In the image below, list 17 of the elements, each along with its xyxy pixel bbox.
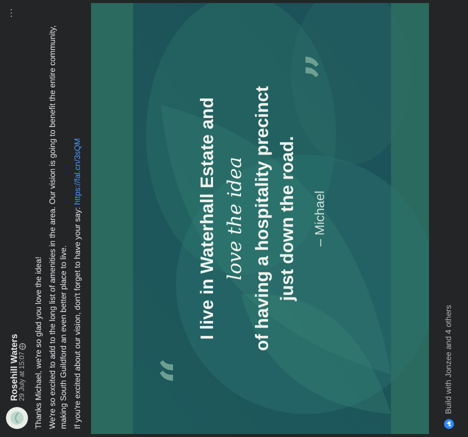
quote-line: of having a hospitality precinct xyxy=(251,86,273,352)
avatar-icon[interactable] xyxy=(6,407,28,429)
quote-attribution: – Michael xyxy=(312,190,327,246)
reactions-summary[interactable]: Build with Jonzee and 4 others xyxy=(444,305,453,414)
quote-line: just down the road. xyxy=(276,136,298,301)
author-name[interactable]: Rosehill Waters xyxy=(8,24,18,401)
quote-line: I live in Waterhall Estate and xyxy=(196,97,218,340)
more-menu[interactable]: ··· xyxy=(6,8,17,18)
post-text: We're so excited to add to the long list of amenities in the area. Our vision is going to benefit the entire community, making South Guildford an even better place to live. xyxy=(47,24,69,429)
quote-mark: “ xyxy=(151,358,205,384)
post-text: If you're excited about our vision, don't forget to have your say: xyxy=(73,207,82,429)
quote-line: love the idea xyxy=(223,156,247,280)
globe-icon xyxy=(18,342,26,350)
link[interactable]: https://fal.cn/3sQM xyxy=(73,138,82,205)
like-icon[interactable] xyxy=(444,419,454,429)
post-text: Thanks Michael, we're so glad you love the idea! xyxy=(33,256,44,429)
quote-mark: ” xyxy=(296,53,350,80)
